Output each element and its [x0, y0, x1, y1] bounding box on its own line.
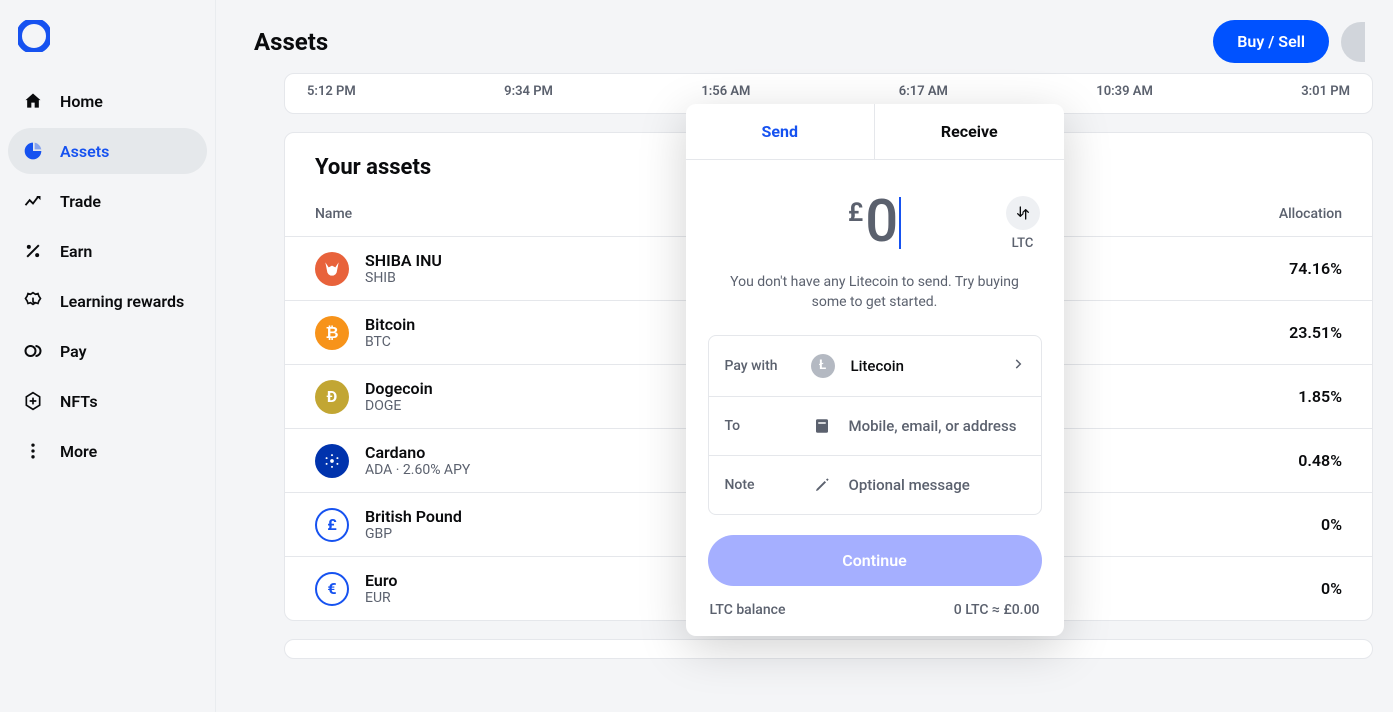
sidebar: Home Assets Trade Earn Learning rewards …	[0, 0, 215, 712]
timeline-tick: 1:56 AM	[701, 84, 750, 99]
main-content: Assets Buy / Sell 5:12 PM 9:34 PM 1:56 A…	[215, 0, 1393, 712]
avatar[interactable]	[1341, 22, 1365, 62]
pay-with-selector[interactable]: Pay with Ł Litecoin	[709, 336, 1041, 397]
home-icon	[22, 90, 44, 112]
note-label: Note	[725, 477, 795, 493]
timeline-tick: 5:12 PM	[307, 84, 356, 99]
swap-icon	[1015, 205, 1031, 221]
continue-button[interactable]: Continue	[708, 535, 1042, 586]
hexagon-plus-icon	[22, 390, 44, 412]
amount-value: 0	[865, 188, 898, 256]
sidebar-item-label: NFTs	[60, 392, 98, 411]
insufficient-balance-message: You don't have any Litecoin to send. Try…	[686, 264, 1064, 335]
pay-icon	[22, 340, 44, 362]
pay-with-value: Litecoin	[851, 357, 995, 375]
sidebar-item-pay[interactable]: Pay	[8, 328, 207, 374]
gbp-coin-icon: £	[315, 508, 349, 542]
shib-coin-icon	[315, 252, 349, 286]
currency-symbol: £	[848, 198, 863, 228]
sidebar-item-trade[interactable]: Trade	[8, 178, 207, 224]
pie-chart-icon	[22, 140, 44, 162]
note-field[interactable]: Note Optional message	[709, 456, 1041, 514]
next-card-peek	[284, 639, 1373, 659]
sidebar-item-assets[interactable]: Assets	[8, 128, 207, 174]
asset-allocation: 1.85%	[1222, 387, 1342, 406]
pencil-icon	[811, 474, 833, 496]
timeline-tick: 6:17 AM	[899, 84, 948, 99]
send-modal: Send Receive £ 0 LTC You don't have any …	[686, 104, 1064, 636]
badge-icon	[22, 290, 44, 312]
litecoin-icon: Ł	[811, 354, 835, 378]
buy-sell-button[interactable]: Buy / Sell	[1213, 20, 1329, 63]
sidebar-item-earn[interactable]: Earn	[8, 228, 207, 274]
text-caret-icon	[899, 197, 901, 249]
asset-allocation: 23.51%	[1222, 323, 1342, 342]
percent-icon	[22, 240, 44, 262]
tab-send[interactable]: Send	[686, 104, 875, 159]
timeline-tick: 10:39 AM	[1096, 84, 1153, 99]
sidebar-item-more[interactable]: More	[8, 428, 207, 474]
timeline-tick: 3:01 PM	[1301, 84, 1350, 99]
col-allocation: Allocation	[1222, 206, 1342, 222]
note-placeholder: Optional message	[849, 476, 1025, 494]
ada-coin-icon	[315, 444, 349, 478]
sidebar-item-learning-rewards[interactable]: Learning rewards	[8, 278, 207, 324]
doge-coin-icon: Ð	[315, 380, 349, 414]
pay-with-label: Pay with	[725, 358, 795, 374]
to-label: To	[725, 418, 795, 434]
chevron-right-icon	[1011, 356, 1025, 375]
sidebar-item-label: Trade	[60, 192, 101, 211]
sidebar-item-label: Home	[60, 92, 103, 111]
timeline-tick: 9:34 PM	[504, 84, 553, 99]
sidebar-item-label: Pay	[60, 342, 87, 361]
btc-coin-icon: ₿	[315, 316, 349, 350]
balance-label: LTC balance	[710, 602, 786, 618]
tab-receive[interactable]: Receive	[875, 104, 1064, 159]
trade-icon	[22, 190, 44, 212]
more-dots-icon	[22, 440, 44, 462]
asset-allocation: 0.48%	[1222, 451, 1342, 470]
asset-allocation: 0%	[1222, 515, 1342, 534]
to-field[interactable]: To Mobile, email, or address	[709, 397, 1041, 456]
amount-input[interactable]: £ 0	[848, 188, 901, 256]
sidebar-item-label: Earn	[60, 242, 92, 261]
page-title: Assets	[254, 28, 328, 56]
sidebar-item-label: More	[60, 442, 97, 461]
sidebar-item-home[interactable]: Home	[8, 78, 207, 124]
coinbase-logo-icon	[18, 20, 50, 52]
sidebar-item-label: Assets	[60, 142, 109, 161]
asset-allocation: 74.16%	[1222, 259, 1342, 278]
swap-currency-label: LTC	[1012, 236, 1034, 251]
eur-coin-icon: €	[315, 572, 349, 606]
swap-currency-button[interactable]	[1006, 196, 1040, 230]
balance-value: 0 LTC ≈ £0.00	[954, 602, 1040, 618]
sidebar-item-nfts[interactable]: NFTs	[8, 378, 207, 424]
asset-allocation: 0%	[1222, 579, 1342, 598]
address-book-icon	[811, 415, 833, 437]
sidebar-item-label: Learning rewards	[60, 292, 184, 311]
to-placeholder: Mobile, email, or address	[849, 417, 1025, 435]
